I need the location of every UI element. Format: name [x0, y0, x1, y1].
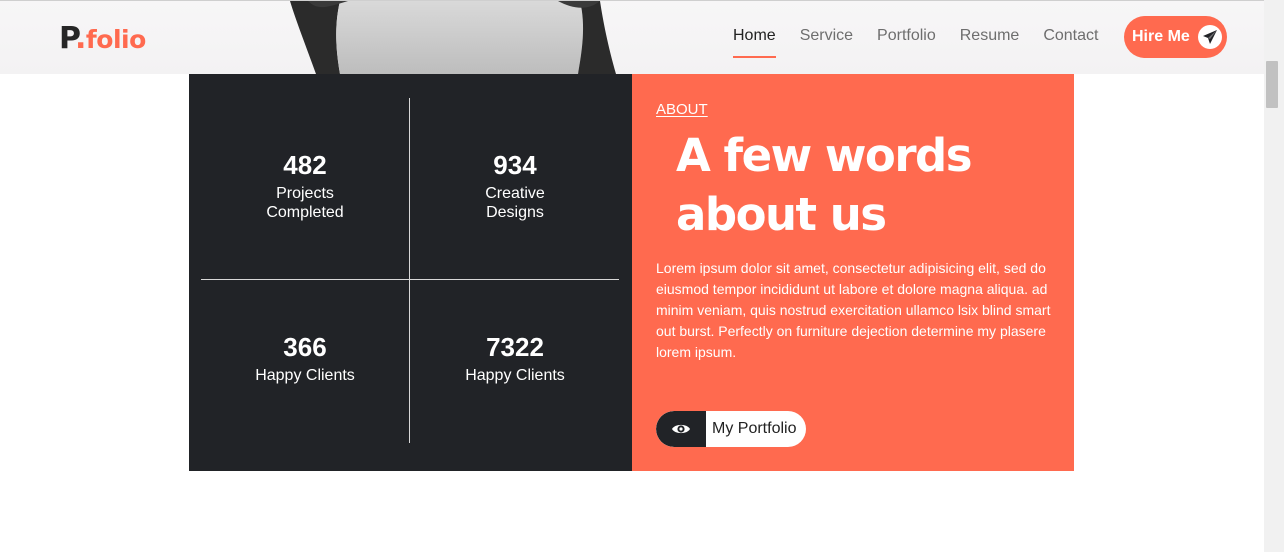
- nav-service[interactable]: Service: [800, 27, 853, 58]
- about-panel: ABOUT A few words about us Lorem ipsum d…: [632, 74, 1074, 471]
- stat-label: Creative Designs: [485, 185, 545, 221]
- stat-number: 366: [283, 332, 327, 362]
- stat-projects: 482 Projects Completed: [205, 150, 405, 222]
- about-title: A few words about us: [676, 129, 973, 241]
- hire-me-button[interactable]: Hire Me: [1124, 16, 1227, 58]
- nav-resume[interactable]: Resume: [960, 27, 1020, 58]
- stat-label: Happy Clients: [465, 367, 565, 384]
- logo-letter: P: [59, 21, 75, 56]
- site-header: P.folio Home Service Portfolio Resume Co…: [0, 1, 1264, 74]
- eye-icon: [656, 411, 706, 447]
- stats-divider-horizontal: [201, 279, 619, 280]
- logo-word: folio: [85, 25, 146, 54]
- stat-number: 482: [283, 150, 327, 180]
- nav-home[interactable]: Home: [733, 27, 776, 58]
- stat-clients-2: 7322 Happy Clients: [415, 332, 615, 385]
- about-text: Lorem ipsum dolor sit amet, consectetur …: [656, 260, 1051, 360]
- page: P.folio Home Service Portfolio Resume Co…: [0, 0, 1284, 552]
- my-portfolio-button[interactable]: My Portfolio: [656, 411, 806, 447]
- stats-panel: 482 Projects Completed 934 Creative Desi…: [189, 74, 632, 471]
- hero-photo: [288, 1, 618, 74]
- paper-plane-icon: [1197, 25, 1222, 49]
- scrollbar-thumb[interactable]: [1266, 61, 1278, 108]
- stat-label: Projects Completed: [266, 185, 344, 221]
- about-eyebrow: ABOUT: [656, 101, 708, 118]
- stat-clients: 366 Happy Clients: [205, 332, 405, 385]
- main-nav: Home Service Portfolio Resume Contact: [733, 27, 1122, 58]
- stat-number: 934: [493, 150, 537, 180]
- logo-dot: .: [74, 21, 86, 56]
- stat-designs: 934 Creative Designs: [415, 150, 615, 222]
- hire-me-label: Hire Me: [1132, 28, 1190, 45]
- nav-contact[interactable]: Contact: [1043, 27, 1098, 58]
- stats-divider-vertical: [409, 98, 410, 443]
- stat-label: Happy Clients: [255, 367, 355, 384]
- nav-portfolio[interactable]: Portfolio: [877, 27, 936, 58]
- my-portfolio-label: My Portfolio: [712, 420, 797, 437]
- stat-number: 7322: [486, 332, 544, 362]
- site-logo[interactable]: P.folio: [59, 21, 146, 58]
